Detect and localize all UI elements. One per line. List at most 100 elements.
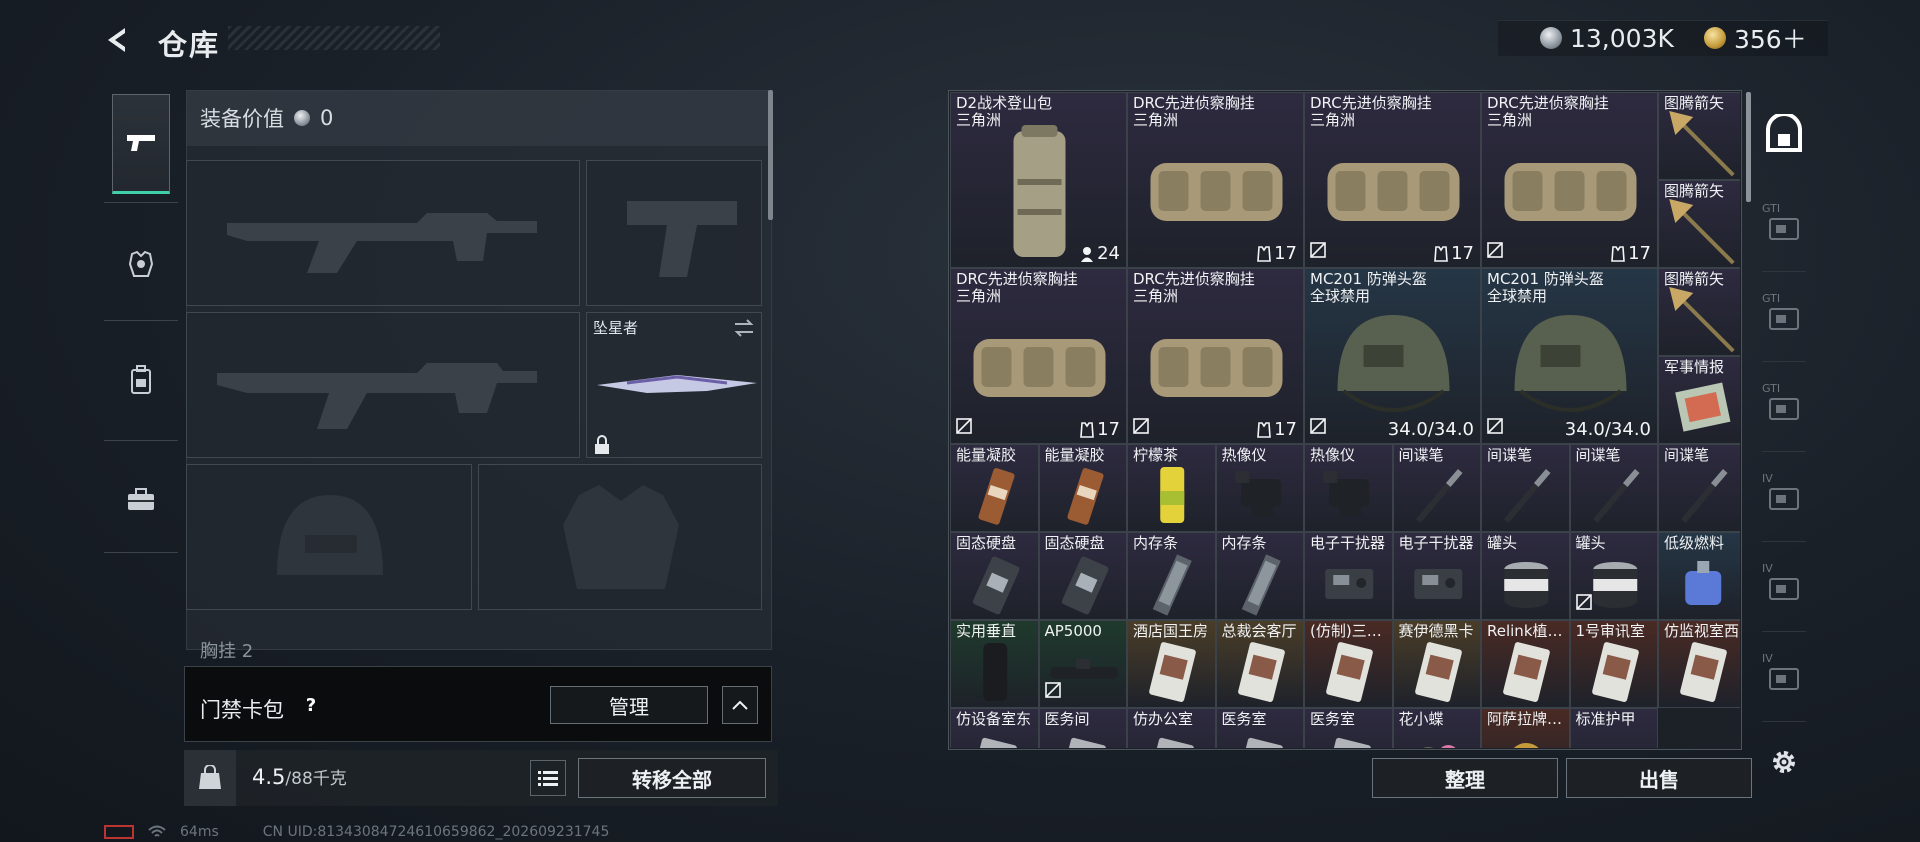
storage-item[interactable]: 电子干扰器 [1304,532,1393,620]
melee-slot[interactable]: 坠星者 [586,312,762,458]
storage-item[interactable]: 阿萨拉牌… [1481,708,1570,748]
storage-item[interactable]: 军事情报 [1658,356,1740,444]
backpack-tab[interactable] [112,330,170,430]
item-name: 花小蝶 [1398,710,1444,728]
helmet-slot[interactable] [186,464,472,610]
storage-item[interactable]: 间谍笔 [1569,444,1658,532]
storage-item[interactable]: 柠檬茶 [1127,444,1216,532]
item-badge: 17 [1257,243,1297,264]
storage-item[interactable]: 医务室 [1304,708,1393,748]
storage-item[interactable]: 图腾箭矢 [1658,92,1740,180]
storage-item[interactable]: 能量凝胶 [950,444,1039,532]
transfer-all-button[interactable]: 转移全部 [578,758,766,798]
pistol-slot[interactable] [586,160,762,306]
sort-button[interactable]: 整理 [1372,758,1558,798]
storage-item[interactable]: DRC先进侦察胸挂 三角洲 17 [1304,92,1481,268]
tab-iv-3[interactable]: IV [1758,640,1810,722]
no-trade-icon [1310,418,1326,434]
storage-item[interactable]: 图腾箭矢 [1658,180,1740,268]
equipment-scrollbar[interactable] [768,90,773,220]
settings-button[interactable] [1766,744,1802,780]
storage-item[interactable]: 仿监视室西 [1658,620,1740,708]
item-name: 赛伊德黑卡 [1398,622,1474,640]
item-name: 间谍笔 [1664,446,1710,464]
item-name: 图腾箭矢 [1664,94,1725,112]
item-badge: 17 [1611,243,1651,264]
item-name: 仿设备室东 [956,710,1032,728]
storage-item[interactable]: 图腾箭矢 [1658,268,1740,356]
chevron-up-icon [732,700,748,710]
help-icon[interactable]: ? [298,692,324,718]
storage-item[interactable]: 标准护甲 [1569,708,1658,748]
storage-item[interactable]: DRC先进侦察胸挂 三角洲 17 [950,268,1127,444]
tab-gti-2[interactable]: GTI [1758,280,1810,362]
list-view-button[interactable] [530,760,566,796]
item-name: 仿办公室 [1133,710,1194,728]
tab-gti-3[interactable]: GTI [1758,370,1810,452]
storage-item[interactable]: 间谍笔 [1658,444,1740,532]
storage-item[interactable]: 花小蝶 [1392,708,1481,748]
storage-item[interactable]: 间谍笔 [1392,444,1481,532]
no-trade-marker [1486,241,1504,263]
title-stripe [228,26,440,50]
tab-gti-1[interactable]: GTI [1758,190,1810,272]
iv-icon [1769,488,1799,510]
storage-item[interactable]: AP5000 [1038,620,1127,708]
storage-item[interactable]: Relink植… [1481,620,1570,708]
storage-item[interactable]: MC201 防弹头盔 全球禁用 34.0/34.0 [1304,268,1481,444]
storage-item[interactable]: 实用垂直 [950,620,1039,708]
item-name: 医务室 [1221,710,1267,728]
storage-item[interactable]: DRC先进侦察胸挂 三角洲 17 [1127,92,1304,268]
storage-item[interactable]: 医务间 [1038,708,1127,748]
manage-button[interactable]: 管理 [550,686,708,724]
item-name: 1号审讯室 [1575,622,1646,640]
storage-item[interactable]: DRC先进侦察胸挂 三角洲 17 [1127,268,1304,444]
storage-item[interactable]: 仿办公室 [1127,708,1216,748]
storage-item[interactable]: 酒店国王房 [1127,620,1216,708]
storage-item[interactable]: 罐头 [1481,532,1570,620]
storage-grid: D2战术登山包 三角洲 24 DRC先进侦察胸挂 三角洲 17 DRC先进侦察胸挂 三角洲 17… [950,92,1740,748]
armor-tab[interactable] [112,214,170,314]
tab-iv-2[interactable]: IV [1758,550,1810,632]
back-button[interactable] [100,22,136,58]
storage-item[interactable]: 仿设备室东 [950,708,1039,748]
primary-weapon-slot[interactable] [186,160,580,306]
back-arrow-icon [108,28,125,52]
secondary-weapon-slot[interactable] [186,312,580,458]
equipment-value-label: 装备价值 [200,107,284,131]
storage-item[interactable]: 热像仪 [1304,444,1393,532]
storage-item[interactable]: 医务室 [1215,708,1304,748]
storage-item[interactable]: 赛伊德黑卡 [1392,620,1481,708]
storage-item[interactable]: 间谍笔 [1481,444,1570,532]
storage-item[interactable]: 低级燃料 [1658,532,1740,620]
storage-item[interactable]: 能量凝胶 [1038,444,1127,532]
storage-item[interactable]: 电子干扰器 [1392,532,1481,620]
storage-item[interactable]: 罐头 [1569,532,1658,620]
storage-item[interactable]: DRC先进侦察胸挂 三角洲 17 [1481,92,1658,268]
storage-item[interactable]: 固态硬盘 [950,532,1039,620]
item-name: MC201 防弹头盔 全球禁用 [1487,270,1604,306]
storage-item[interactable]: 1号审讯室 [1569,620,1658,708]
storage-item[interactable]: MC201 防弹头盔 全球禁用 34.0/34.0 [1481,268,1658,444]
storage-item[interactable]: 热像仪 [1215,444,1304,532]
collapse-button[interactable] [722,686,758,724]
body-armor-slot[interactable] [478,464,762,610]
storage-scrollbar[interactable] [1746,92,1751,202]
weapon-tab[interactable] [112,94,170,194]
item-subtitle: 三角洲 [956,111,1002,130]
storage-item[interactable]: 总裁会客厅 [1215,620,1304,708]
storage-item[interactable]: 固态硬盘 [1038,532,1127,620]
storage-item[interactable]: (仿制)三… [1304,620,1393,708]
gold-currency[interactable]: 356＋ [1704,22,1807,54]
storage-item[interactable]: D2战术登山包 三角洲 24 [950,92,1127,268]
storage-home-tab[interactable] [1758,96,1810,172]
toolbox-tab[interactable] [112,450,170,550]
tab-iv-1[interactable]: IV [1758,460,1810,542]
storage-item[interactable]: 内存条 [1215,532,1304,620]
pistol-icon [127,135,155,151]
storage-item[interactable]: 内存条 [1127,532,1216,620]
sell-button[interactable]: 出售 [1566,758,1752,798]
item-name: DRC先进侦察胸挂 三角洲 [1487,94,1609,130]
item-name: 罐头 [1575,534,1606,552]
item-name: 实用垂直 [956,622,1017,640]
